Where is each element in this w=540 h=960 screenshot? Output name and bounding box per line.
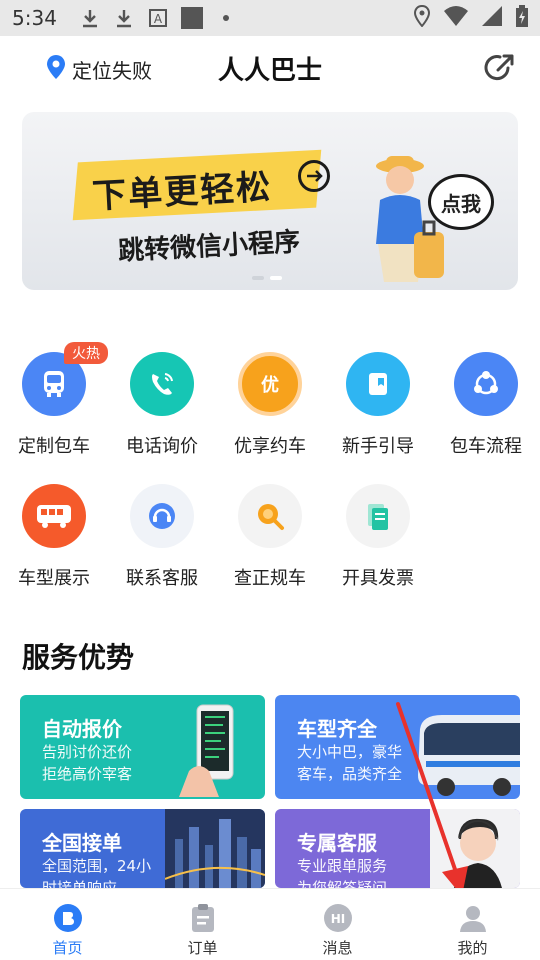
- tab-messages[interactable]: HI 消息: [270, 889, 405, 960]
- grid-item-beginner-guide[interactable]: 新手引导: [324, 352, 432, 458]
- grid-item-vehicle-display[interactable]: 车型展示: [0, 484, 108, 590]
- page-title: 人人巴士: [217, 56, 322, 86]
- premium-icon: 优: [238, 352, 302, 416]
- phone-illustration: [179, 704, 234, 797]
- search-icon: [238, 484, 302, 548]
- card-title: 专属客服: [297, 831, 377, 855]
- invoice-icon: [346, 484, 410, 548]
- grid-label: 定制包车: [18, 436, 90, 457]
- grid-item-premium-ride[interactable]: 优 优享约车: [216, 352, 324, 458]
- grid-item-charter-process[interactable]: 包车流程: [432, 352, 540, 458]
- battery-icon: [516, 5, 528, 31]
- carousel-indicator: [252, 276, 282, 280]
- card-line: 告别讨价还价: [42, 743, 133, 761]
- card-line: 时接单响应: [42, 879, 118, 888]
- signal-icon: [482, 6, 502, 30]
- banner-headline: 下单更轻松: [91, 167, 274, 217]
- grid-item-customer-service[interactable]: 联系客服: [108, 484, 216, 590]
- card-title: 自动报价: [42, 717, 122, 741]
- grid-label: 开具发票: [342, 568, 414, 589]
- home-icon: [53, 903, 83, 933]
- tab-label: 我的: [457, 939, 488, 957]
- svg-text:HI: HI: [330, 912, 345, 926]
- city-illustration: [165, 809, 265, 888]
- card-title: 车型齐全: [297, 717, 377, 741]
- card-line: 为您解答疑问: [297, 879, 388, 888]
- grid-item-custom-charter[interactable]: 定制包车: [0, 352, 108, 458]
- card-auto-quote[interactable]: 自动报价 告别讨价还价 拒绝高价宰客: [20, 695, 265, 799]
- grid-item-invoice[interactable]: 开具发票: [324, 484, 432, 590]
- dot-icon: [215, 7, 237, 29]
- share-icon[interactable]: [484, 52, 516, 84]
- location-icon: [413, 4, 431, 31]
- tab-home[interactable]: 首页: [0, 889, 135, 960]
- grid-label: 联系客服: [126, 568, 198, 589]
- text-icon: A: [147, 7, 169, 29]
- tab-label: 消息: [322, 939, 353, 957]
- headset-icon: [130, 484, 194, 548]
- card-line: 拒绝高价宰客: [42, 765, 133, 783]
- status-time: 5:34: [12, 6, 57, 30]
- tab-label: 订单: [187, 939, 218, 957]
- download-icon: [79, 7, 101, 29]
- bottom-tab-bar: 首页 订单 HI 消息 我的: [0, 888, 540, 960]
- section-title: 服务优势: [22, 641, 135, 674]
- card-title: 全国接单: [42, 831, 122, 855]
- arrow-right-icon: [298, 160, 330, 192]
- wifi-icon: [444, 6, 468, 30]
- status-bar: 5:34 A: [0, 0, 540, 36]
- banner-bubble: 点我: [428, 174, 494, 230]
- grid-label: 车型展示: [18, 568, 90, 589]
- app-header: 定位失败 人人巴士: [0, 36, 540, 100]
- grid-label: 优享约车: [234, 436, 306, 457]
- card-line: 全国范围，24小: [42, 857, 152, 875]
- grid-item-verify-vehicle[interactable]: 查正规车: [216, 484, 324, 590]
- card-nationwide[interactable]: 全国接单 全国范围，24小 时接单响应: [20, 809, 265, 888]
- grid-label: 新手引导: [342, 436, 414, 457]
- tab-profile[interactable]: 我的: [405, 889, 540, 960]
- card-line: 专业跟单服务: [297, 857, 388, 875]
- hot-badge: 火热: [64, 342, 108, 364]
- promo-banner[interactable]: 下单更轻松 跳转微信小程序 点我: [22, 112, 518, 290]
- grid-label: 包车流程: [450, 436, 522, 457]
- tab-orders[interactable]: 订单: [135, 889, 270, 960]
- bus-side-icon: [22, 484, 86, 548]
- grid-item-phone-inquiry[interactable]: 电话询价: [108, 352, 216, 458]
- banner-subline: 跳转微信小程序: [117, 227, 301, 267]
- clipboard-icon: [188, 903, 218, 933]
- annotation-arrow: [396, 702, 468, 896]
- svg-text:A: A: [154, 12, 163, 26]
- download-icon: [113, 7, 135, 29]
- svg-text:优: 优: [261, 374, 279, 396]
- square-icon: [180, 7, 203, 29]
- grid-label: 查正规车: [234, 568, 306, 589]
- process-icon: [454, 352, 518, 416]
- phone-icon: [130, 352, 194, 416]
- grid-label: 电话询价: [126, 436, 198, 457]
- tab-label: 首页: [52, 939, 83, 957]
- user-icon: [458, 903, 488, 933]
- guide-book-icon: [346, 352, 410, 416]
- message-icon: HI: [323, 903, 353, 933]
